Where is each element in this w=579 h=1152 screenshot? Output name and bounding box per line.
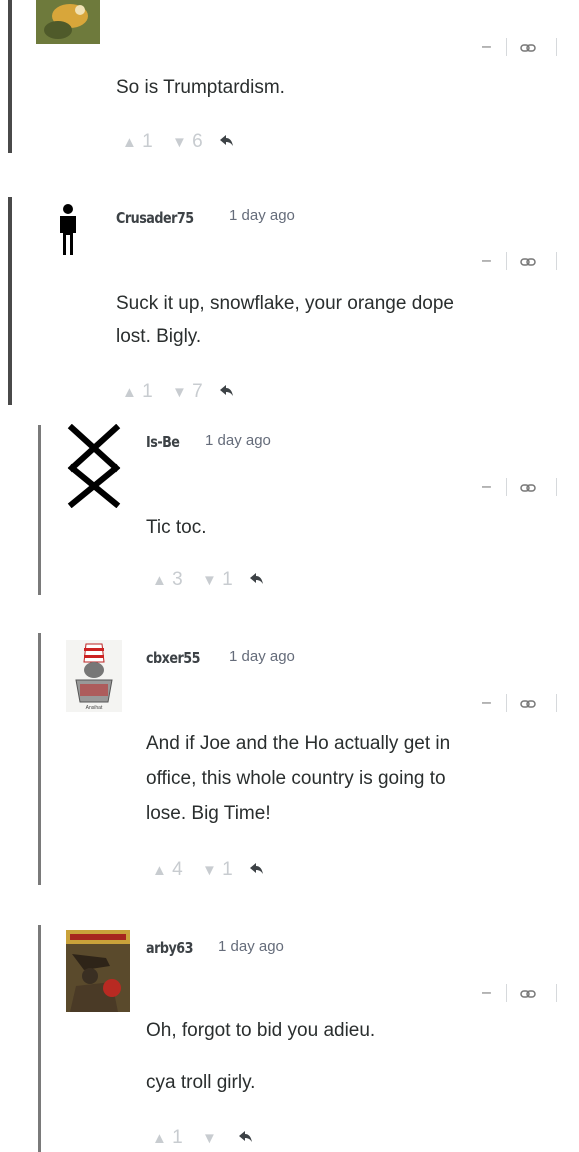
collapse-button[interactable]: – (482, 694, 491, 712)
reply-icon[interactable] (250, 569, 264, 591)
upvote-count: 1 (142, 131, 153, 152)
thread-indicator (38, 925, 41, 1152)
author-name[interactable]: cbxer55 (146, 649, 201, 667)
link-icon[interactable] (520, 41, 536, 59)
comment-body-line: Suck it up, snowflake, your orange dope (116, 293, 454, 314)
downvote-arrow-icon[interactable]: ▼ (172, 384, 187, 401)
author-name[interactable]: arby63 (146, 939, 194, 957)
upvote-arrow-icon[interactable]: ▲ (152, 572, 167, 589)
comment-body-line: lost. Bigly. (116, 326, 202, 347)
downvote-count: 6 (192, 131, 203, 152)
collapse-button[interactable]: – (482, 984, 491, 1002)
upvote-count: 4 (172, 859, 183, 880)
upvote-arrow-icon[interactable]: ▲ (152, 1130, 167, 1147)
link-icon[interactable] (520, 697, 536, 715)
comment-body: Tic toc. (146, 517, 207, 538)
thread-indicator (8, 0, 12, 153)
author-name[interactable]: Crusader75 (116, 209, 194, 227)
upvote-count: 1 (172, 1127, 183, 1148)
vote-bar: ▲ 1 ▼ (152, 1127, 253, 1149)
vote-bar: ▲ 1 ▼ 6 (122, 131, 234, 153)
downvote-count: 7 (192, 381, 203, 402)
downvote-count: 1 (222, 859, 233, 880)
reply-icon[interactable] (220, 131, 234, 153)
timestamp[interactable]: 1 day ago (229, 207, 295, 224)
vote-bar: ▲ 3 ▼ 1 (152, 569, 264, 591)
reply-icon[interactable] (220, 381, 234, 403)
collapse-button[interactable]: – (482, 478, 491, 496)
timestamp[interactable]: 1 day ago (218, 938, 284, 955)
reply-icon[interactable] (239, 1127, 253, 1149)
collapse-button[interactable]: – (482, 38, 491, 56)
upvote-arrow-icon[interactable]: ▲ (122, 134, 137, 151)
vote-bar: ▲ 1 ▼ 7 (122, 381, 234, 403)
downvote-arrow-icon[interactable]: ▼ (172, 134, 187, 151)
link-icon[interactable] (520, 255, 536, 273)
avatar[interactable] (52, 203, 84, 259)
avatar[interactable] (66, 424, 122, 508)
comment-body-paragraph: cya troll girly. (146, 1072, 256, 1093)
comment-menu: – (482, 478, 579, 500)
comment-body-line: lose. Big Time! (146, 803, 271, 824)
comment-menu: – (482, 694, 579, 716)
avatar[interactable] (36, 0, 100, 44)
avatar[interactable] (66, 930, 130, 1012)
downvote-arrow-icon[interactable]: ▼ (202, 572, 217, 589)
timestamp[interactable]: 1 day ago (229, 648, 295, 665)
collapse-button[interactable]: – (482, 252, 491, 270)
author-name[interactable]: Is-Be (146, 433, 180, 451)
link-icon[interactable] (520, 481, 536, 499)
comment-body: So is Trumptardism. (116, 77, 285, 98)
thread-indicator (8, 197, 12, 405)
downvote-count: 1 (222, 569, 233, 590)
upvote-count: 3 (172, 569, 183, 590)
svg-text:Ansihat: Ansihat (86, 705, 103, 711)
comment-body-line: office, this whole country is going to (146, 768, 446, 789)
upvote-count: 1 (142, 381, 153, 402)
thread-indicator (38, 425, 41, 595)
upvote-arrow-icon[interactable]: ▲ (152, 862, 167, 879)
comment-menu: – (482, 38, 579, 60)
reply-icon[interactable] (250, 859, 264, 881)
downvote-arrow-icon[interactable]: ▼ (202, 862, 217, 879)
link-icon[interactable] (520, 987, 536, 1005)
vote-bar: ▲ 4 ▼ 1 (152, 859, 264, 881)
avatar[interactable]: Ansihat (66, 640, 122, 712)
comment-body-paragraph: Oh, forgot to bid you adieu. (146, 1020, 376, 1041)
upvote-arrow-icon[interactable]: ▲ (122, 384, 137, 401)
comment-menu: – (482, 252, 579, 274)
downvote-arrow-icon[interactable]: ▼ (202, 1130, 217, 1147)
comment-menu: – (482, 984, 579, 1006)
thread-indicator (38, 633, 41, 885)
comment-body-line: And if Joe and the Ho actually get in (146, 733, 451, 754)
timestamp[interactable]: 1 day ago (205, 432, 271, 449)
